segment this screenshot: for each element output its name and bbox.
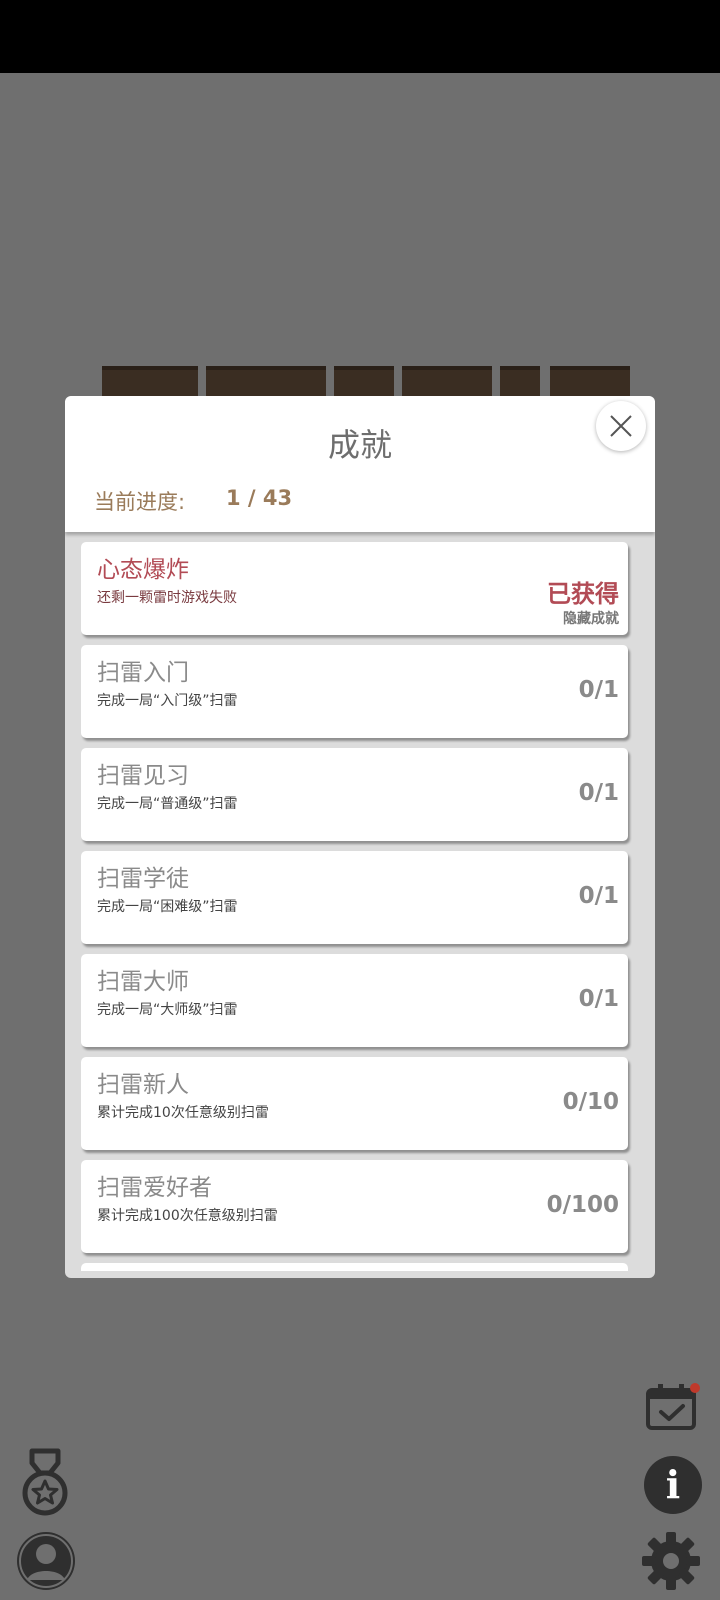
achievement-title: 扫雷入门: [97, 660, 189, 686]
settings-button[interactable]: [640, 1530, 702, 1596]
achievement-desc: 完成一局“大师级”扫雷: [97, 1002, 238, 1018]
achievement-desc: 完成一局“困难级”扫雷: [97, 899, 238, 915]
gear-icon: [642, 1532, 700, 1590]
achievement-progress: 0/1: [578, 780, 619, 806]
profile-button[interactable]: [17, 1532, 75, 1590]
medal-icon: [22, 1448, 68, 1516]
achievement-desc: 完成一局“普通级”扫雷: [97, 796, 238, 812]
achievement-title: 心态爆炸: [97, 557, 189, 583]
achievement-progress: 0/100: [546, 1192, 619, 1218]
achievement-title: 扫雷爱好者: [97, 1175, 212, 1201]
achievement-title: 扫雷学徒: [97, 866, 189, 892]
achievement-item[interactable]: 扫雷大师 完成一局“大师级”扫雷 0/1: [81, 954, 628, 1047]
achievement-item[interactable]: 扫雷入门 完成一局“入门级”扫雷 0/1: [81, 645, 628, 738]
achievement-title: 扫雷大师: [97, 969, 189, 995]
status-bar: [0, 0, 720, 73]
achievement-progress: 0/1: [578, 986, 619, 1012]
background-game-logo: [102, 366, 630, 396]
achievement-progress: 0/1: [578, 677, 619, 703]
achievement-status: 已获得: [547, 580, 619, 608]
info-button[interactable]: i: [644, 1456, 702, 1514]
progress-label: 当前进度:: [94, 490, 186, 514]
achievement-desc: 还剩一颗雷时游戏失败: [97, 590, 237, 606]
achievement-item[interactable]: 扫雷学徒 完成一局“困难级”扫雷 0/1: [81, 851, 628, 944]
achievement-item[interactable]: 心态爆炸 还剩一颗雷时游戏失败 已获得 隐藏成就: [81, 542, 628, 635]
dialog-title: 成就: [327, 426, 392, 464]
achievement-list[interactable]: 心态爆炸 还剩一颗雷时游戏失败 已获得 隐藏成就 扫雷入门 完成一局“入门级”扫…: [81, 542, 628, 1271]
achievement-desc: 累计完成10次任意级别扫雷: [97, 1105, 269, 1121]
achievements-dialog: 成就 当前进度: 1 / 43 心态爆炸 还剩一颗雷时游戏失败 已获得 隐藏成就…: [65, 396, 655, 1278]
achievement-title: 扫雷见习: [97, 763, 189, 789]
hidden-achievement-tag: 隐藏成就: [563, 611, 619, 627]
achievement-item[interactable]: 扫雷新人 累计完成10次任意级别扫雷 0/10: [81, 1057, 628, 1150]
achievement-item[interactable]: 扫雷见习 完成一局“普通级”扫雷 0/1: [81, 748, 628, 841]
achievement-progress: 0/10: [562, 1089, 619, 1115]
calendar-check-icon: [646, 1383, 700, 1430]
profile-icon: [19, 1534, 73, 1588]
achievement-title: 扫雷新人: [97, 1072, 189, 1098]
dialog-header: 成就 当前进度: 1 / 43: [65, 396, 655, 532]
notification-dot: [690, 1383, 700, 1393]
achievement-progress: 0/1: [578, 883, 619, 909]
daily-check-in-button[interactable]: [645, 1382, 703, 1436]
close-button[interactable]: [596, 401, 646, 451]
achievement-desc: 完成一局“入门级”扫雷: [97, 693, 238, 709]
info-icon: i: [665, 1462, 681, 1507]
achievement-item-partial: [81, 1263, 628, 1271]
progress-value: 1 / 43: [226, 486, 293, 510]
achievement-desc: 累计完成100次任意级别扫雷: [97, 1208, 278, 1224]
close-icon: [610, 415, 632, 437]
achievement-item[interactable]: 扫雷爱好者 累计完成100次任意级别扫雷 0/100: [81, 1160, 628, 1253]
achievements-button[interactable]: [20, 1448, 70, 1524]
